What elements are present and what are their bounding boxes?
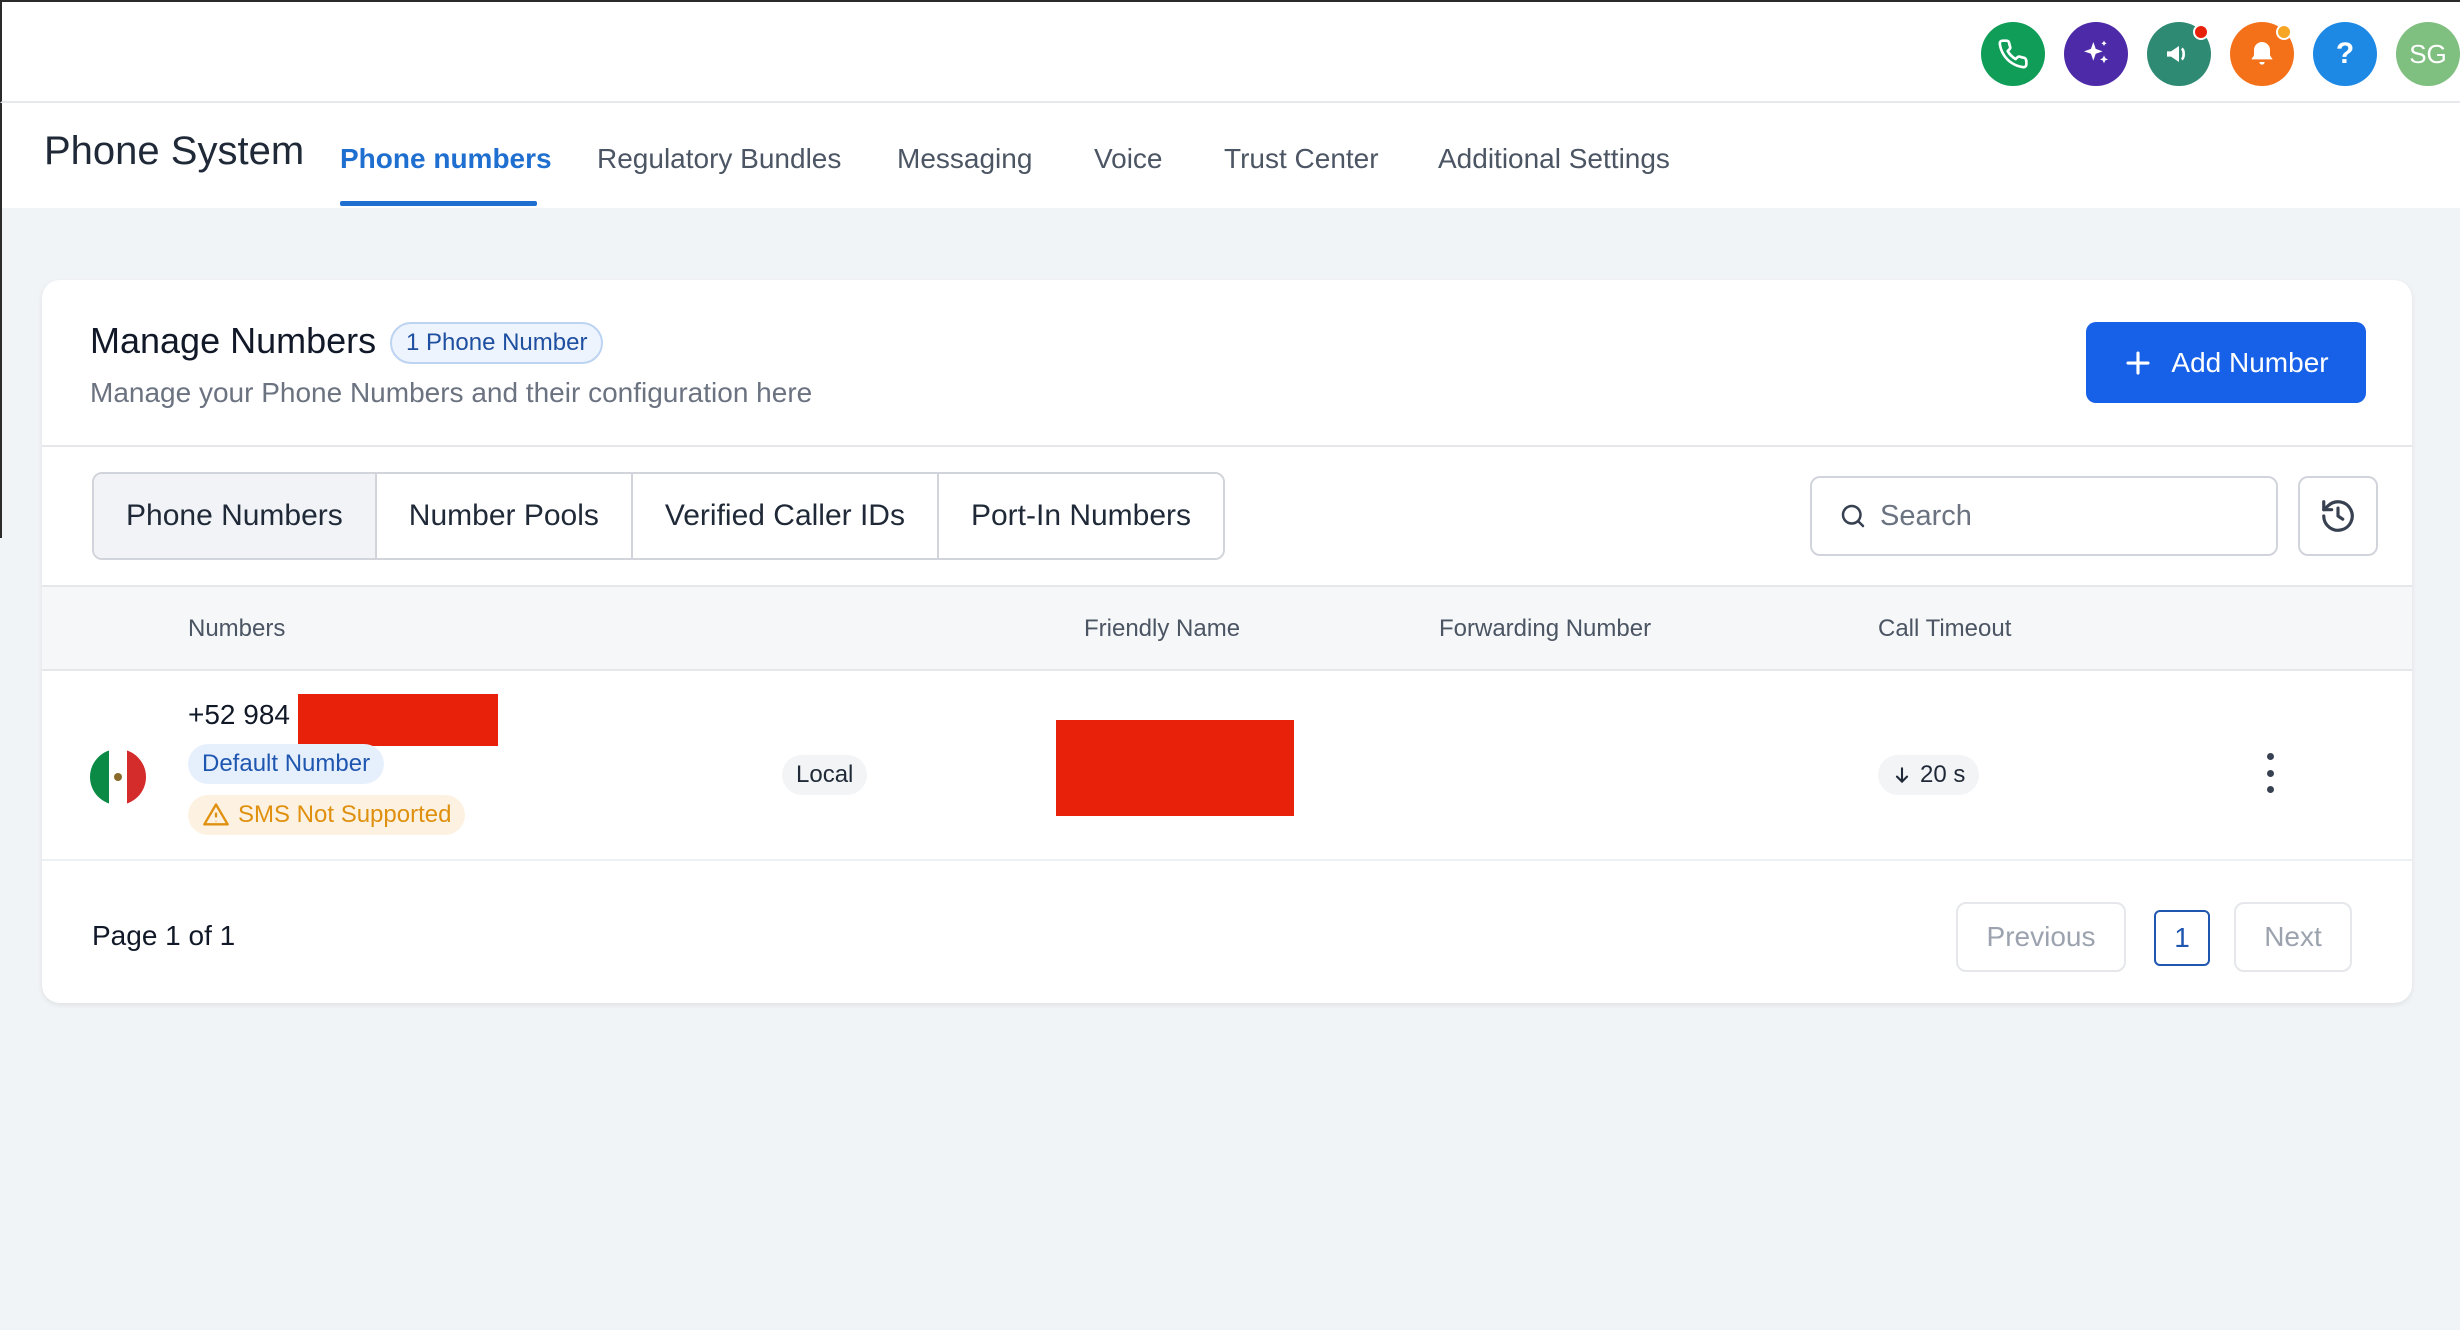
column-forwarding-number: Forwarding Number: [1439, 615, 1652, 642]
notification-dot: [2276, 24, 2292, 40]
header-nav: Phone System Phone numbers Regulatory Bu…: [0, 103, 2460, 208]
phone-icon[interactable]: [1981, 22, 2045, 86]
segment-port-in-numbers[interactable]: Port-In Numbers: [938, 474, 1224, 558]
default-number-badge: Default Number: [188, 744, 385, 784]
card-subtitle: Manage your Phone Numbers and their conf…: [90, 377, 813, 408]
window-edge: [0, 208, 2, 538]
count-badge: 1 Phone Number: [390, 322, 604, 364]
plus-icon: [2126, 350, 2150, 375]
add-number-label: Add Number: [2171, 346, 2329, 378]
table-row[interactable]: +52 984 Default Number SMS Not Supported…: [42, 671, 2412, 861]
segmented-tabs: Phone Numbers Number Pools Verified Call…: [92, 472, 1226, 560]
call-timeout-value: 20 s: [1920, 761, 1966, 788]
search-icon: [1841, 504, 1865, 528]
manage-numbers-card: Manage Numbers 1 Phone Number Manage you…: [42, 280, 2412, 1003]
divider: [42, 445, 2412, 447]
search-input[interactable]: [1880, 499, 2260, 533]
active-tab-indicator: [340, 201, 537, 206]
phone-number: +52 984: [188, 699, 290, 730]
tab-regulatory-bundles[interactable]: Regulatory Bundles: [597, 143, 841, 175]
column-numbers: Numbers: [188, 615, 286, 642]
redacted-number-digits: [298, 694, 498, 746]
mexico-flag-icon: [90, 749, 146, 805]
arrow-down-icon: [1895, 767, 1909, 784]
add-number-button[interactable]: Add Number: [2086, 322, 2366, 403]
sms-warning-label: SMS Not Supported: [238, 801, 452, 828]
row-menu-icon[interactable]: [2260, 753, 2280, 793]
segment-verified-caller-ids[interactable]: Verified Caller IDs: [632, 474, 939, 558]
notification-dot: [2193, 24, 2209, 40]
previous-button[interactable]: Previous: [1956, 902, 2126, 972]
megaphone-icon[interactable]: [2147, 22, 2211, 86]
sms-warning-badge: SMS Not Supported: [188, 795, 466, 835]
redacted-friendly-name: [1056, 720, 1294, 816]
refresh-icon: [2322, 500, 2354, 532]
page-number-button[interactable]: 1: [2154, 910, 2210, 966]
next-button[interactable]: Next: [2234, 902, 2352, 972]
top-bar: ? SG: [0, 0, 2460, 103]
refresh-button[interactable]: [2298, 476, 2378, 556]
top-icons: ? SG: [1981, 22, 2460, 86]
page-title: Phone System: [44, 129, 305, 173]
column-call-timeout: Call Timeout: [1878, 615, 2012, 642]
call-timeout-badge: 20 s: [1878, 755, 1980, 795]
tab-additional-settings[interactable]: Additional Settings: [1438, 143, 1670, 175]
column-friendly-name: Friendly Name: [1084, 615, 1241, 642]
help-label: ?: [2335, 37, 2355, 70]
tab-messaging[interactable]: Messaging: [897, 143, 1032, 175]
avatar[interactable]: SG: [2396, 22, 2460, 86]
tab-phone-numbers[interactable]: Phone numbers: [340, 143, 552, 175]
tab-trust-center[interactable]: Trust Center: [1224, 143, 1379, 175]
bell-icon[interactable]: [2230, 22, 2294, 86]
number-type-badge: Local: [782, 755, 868, 795]
table-header: Numbers Friendly Name Forwarding Number …: [42, 585, 2412, 671]
help-icon[interactable]: ?: [2313, 22, 2377, 86]
search-box: [1810, 476, 2278, 556]
sparkle-icon[interactable]: [2064, 22, 2128, 86]
segment-phone-numbers[interactable]: Phone Numbers: [94, 474, 377, 558]
avatar-initials: SG: [2409, 38, 2447, 69]
warning-icon: [203, 803, 229, 826]
page-info: Page 1 of 1: [92, 920, 236, 951]
tab-voice[interactable]: Voice: [1094, 143, 1163, 175]
segment-number-pools[interactable]: Number Pools: [376, 474, 633, 558]
card-title: Manage Numbers: [90, 320, 377, 361]
